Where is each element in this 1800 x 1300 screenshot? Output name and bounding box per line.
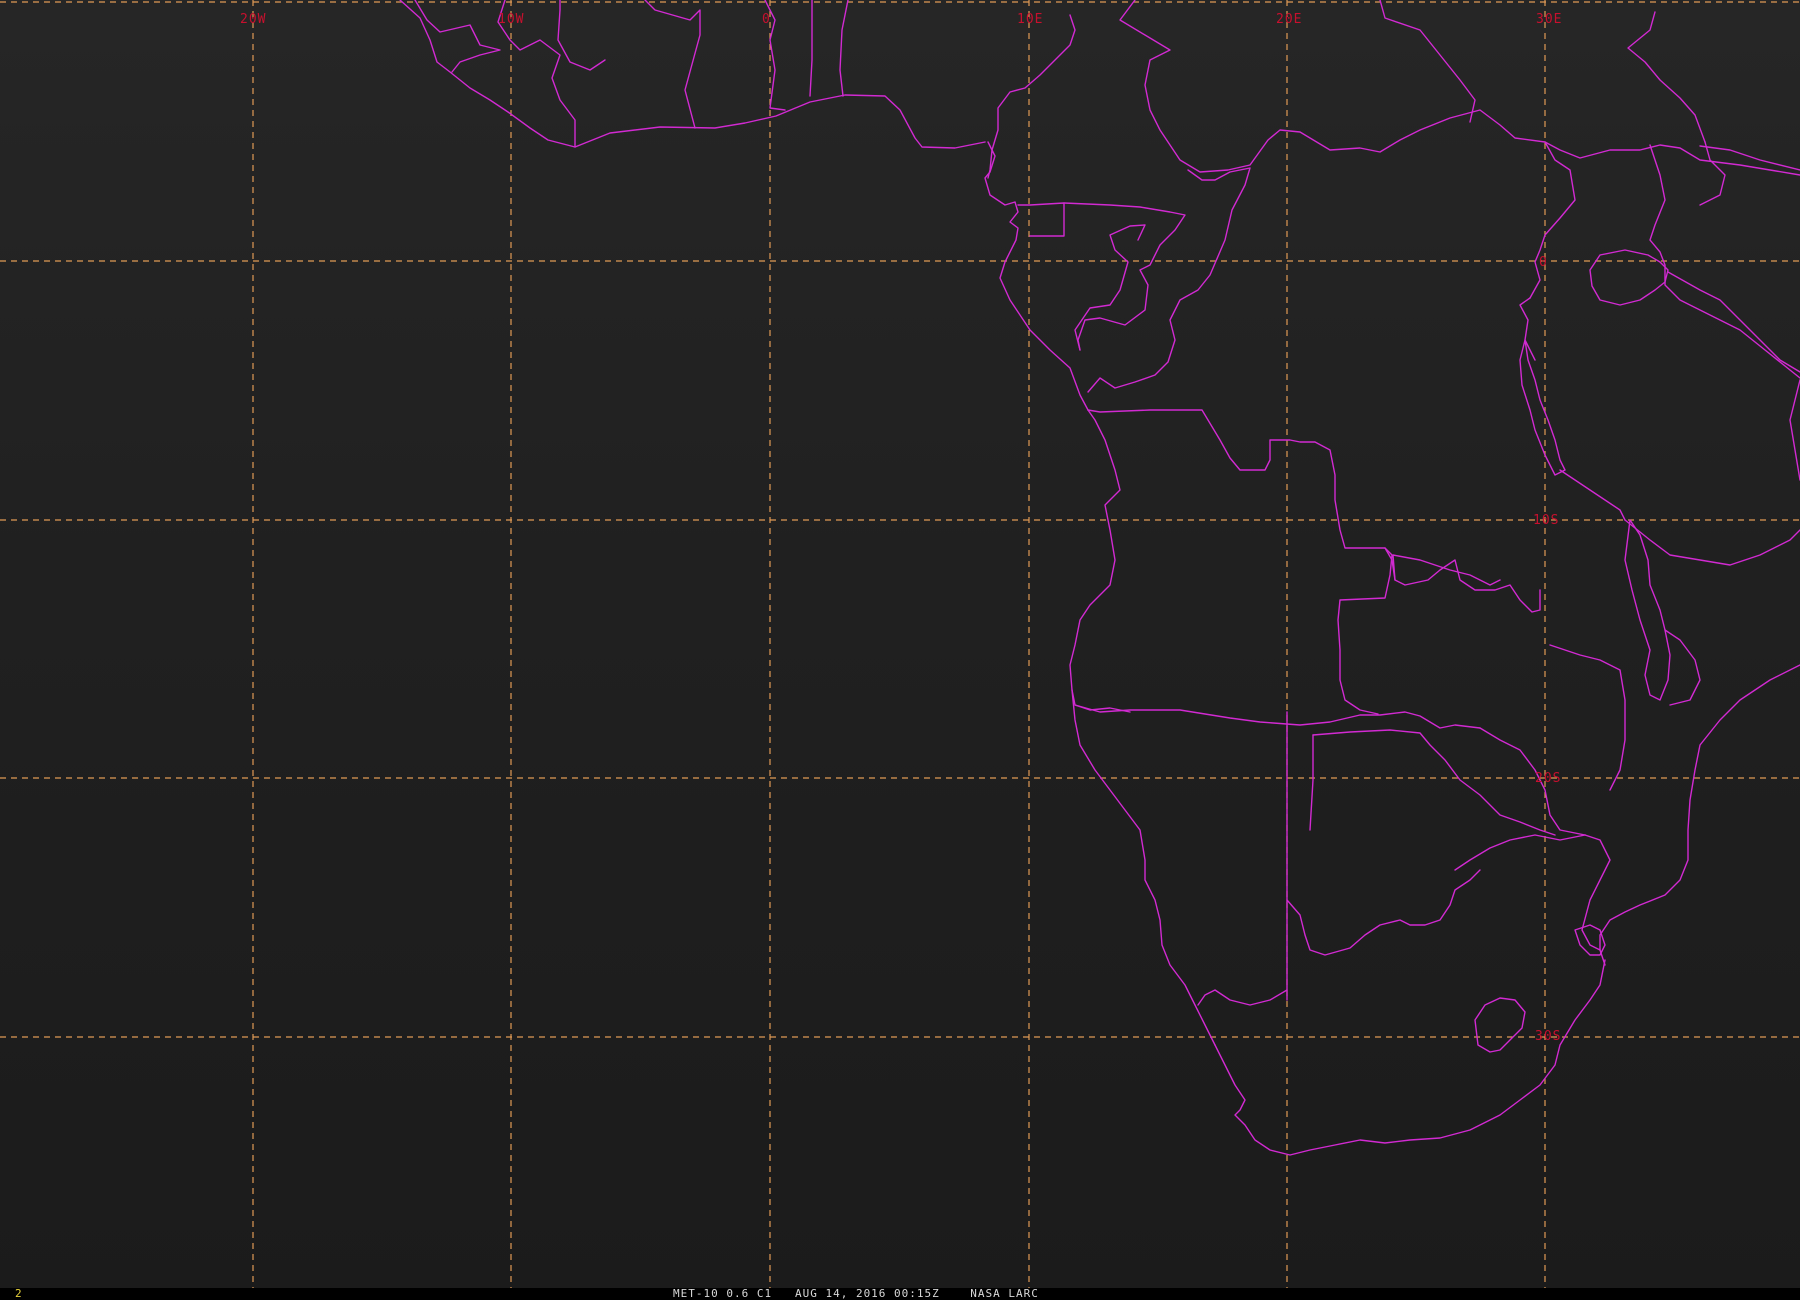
lon-label-30e: 30E <box>1536 12 1562 27</box>
border-drc-angola-north <box>1087 409 1541 613</box>
border-zambia-drc <box>1392 554 1501 586</box>
border-nigeria-cameroon <box>987 14 1076 179</box>
border-congo-interior <box>1074 224 1146 351</box>
satellite-image-viewer: 20W 10W 0 10E 20E 30E 0 10S 20S 30S 2 ME… <box>0 0 1800 1300</box>
border-zambia-mozambique <box>1549 644 1626 791</box>
border-cote-divoire <box>644 0 701 129</box>
border-angola-zambia <box>1337 547 1393 715</box>
border-togo <box>809 0 813 97</box>
lon-label-20e: 20E <box>1276 12 1302 27</box>
border-south-sudan <box>1699 141 1726 206</box>
border-zambia-zimbabwe <box>1479 727 1586 836</box>
lat-label-20s: 20S <box>1535 771 1561 786</box>
border-uganda-kenya <box>1529 141 1576 299</box>
lon-label-10w: 10W <box>498 12 524 27</box>
coastline-angola <box>1069 409 1131 713</box>
coastline-namibia <box>1071 689 1216 1046</box>
border-liberia-cote <box>557 0 606 71</box>
border-equatorial-guinea <box>1017 202 1065 237</box>
coastline-south-africa <box>1214 959 1606 1156</box>
coastline-east-africa <box>1789 379 1800 481</box>
border-east-top <box>1627 11 1706 143</box>
status-bar: 2 MET-10 0.6 C1 AUG 14, 2016 00:15Z NASA… <box>0 1288 1800 1300</box>
border-lesotho <box>1474 997 1526 1053</box>
border-botswana-east <box>1312 729 1556 836</box>
lat-label-10s: 10S <box>1533 513 1559 528</box>
border-zimbabwe-mozambique <box>1581 834 1611 966</box>
border-car-congo <box>1087 167 1251 393</box>
image-caption: MET-10 0.6 C1 AUG 14, 2016 00:15Z NASA L… <box>673 1287 1039 1300</box>
coastline-mozambique <box>1599 664 1800 951</box>
graticule-labels: 20W 10W 0 10E 20E 30E 0 10S 20S 30S <box>240 12 1562 1044</box>
coastline-cameroon-gabon <box>984 141 1089 411</box>
lat-label-30s: 30S <box>1535 1029 1561 1044</box>
lake-malawi <box>1624 519 1671 701</box>
border-caprivi <box>1309 734 1314 831</box>
country-borders <box>399 0 1800 1156</box>
lon-label-10e: 10E <box>1017 12 1043 27</box>
graticule <box>0 0 1800 1288</box>
border-tanzania-zambia <box>1559 469 1626 521</box>
lat-label-0: 0 <box>1539 255 1548 270</box>
lon-label-20w: 20W <box>240 12 266 27</box>
map-canvas: 20W 10W 0 10E 20E 30E 0 10S 20S 30S <box>0 0 1800 1288</box>
border-malawi-mozambique <box>1664 629 1701 706</box>
border-botswana-sa <box>1286 869 1481 956</box>
lon-label-0: 0 <box>762 12 771 27</box>
coastline-west-africa <box>399 0 986 149</box>
border-benin-nigeria <box>839 0 849 97</box>
border-namibia-sa <box>1197 989 1288 1006</box>
border-zimbabwe-sa <box>1454 834 1586 871</box>
border-sudan-top <box>1379 0 1476 123</box>
lake-tanganyika <box>1519 339 1566 476</box>
frame-number: 2 <box>15 1287 22 1300</box>
border-angola-namibia <box>1074 704 1481 729</box>
border-tanzania-kenya <box>1667 271 1800 373</box>
border-tanzania-mozambique <box>1624 519 1800 566</box>
border-chad-car <box>1119 0 1800 176</box>
lake-victoria <box>1589 249 1669 306</box>
